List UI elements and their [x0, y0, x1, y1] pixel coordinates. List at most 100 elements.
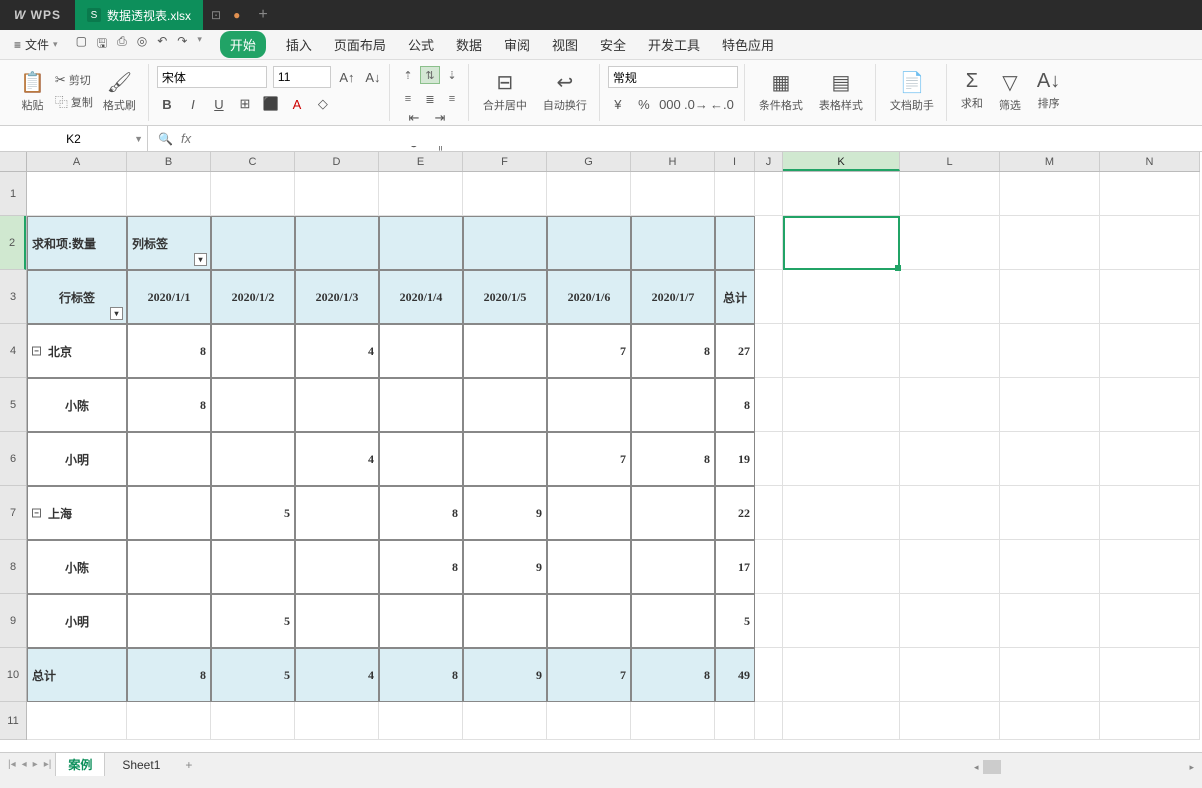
cell[interactable]: 列标签▾: [127, 216, 211, 270]
cell[interactable]: [127, 594, 211, 648]
cell[interactable]: 2020/1/4: [379, 270, 463, 324]
cell[interactable]: 小陈: [27, 540, 127, 594]
sheet-first-icon[interactable]: |◂: [8, 759, 16, 770]
cell[interactable]: [1000, 648, 1100, 702]
align-top[interactable]: ⇡: [398, 66, 418, 84]
cell[interactable]: 2020/1/2: [211, 270, 295, 324]
tab-formula[interactable]: 公式: [406, 31, 436, 58]
col-header-K[interactable]: K: [783, 152, 900, 171]
cell[interactable]: [755, 432, 783, 486]
cell[interactable]: [631, 702, 715, 740]
collapse-button[interactable]: −: [32, 347, 41, 356]
col-header-N[interactable]: N: [1100, 152, 1200, 171]
tab-review[interactable]: 审阅: [502, 31, 532, 58]
row-header-9[interactable]: 9: [0, 594, 26, 648]
cell[interactable]: 17: [715, 540, 755, 594]
cell[interactable]: 8: [379, 540, 463, 594]
cell[interactable]: 4: [295, 648, 379, 702]
cell[interactable]: [379, 324, 463, 378]
indent-inc[interactable]: ⇥: [430, 108, 450, 128]
cell[interactable]: 9: [463, 648, 547, 702]
cond-format-button[interactable]: ▦条件格式: [753, 66, 809, 117]
cell[interactable]: [463, 432, 547, 486]
copy-button[interactable]: ⿻复制: [55, 92, 93, 111]
cell[interactable]: 7: [547, 432, 631, 486]
col-header-E[interactable]: E: [379, 152, 463, 171]
cell[interactable]: 5: [211, 648, 295, 702]
cell[interactable]: −北京: [27, 324, 127, 378]
horizontal-scrollbar[interactable]: ◂▸: [974, 758, 1194, 776]
cell[interactable]: [755, 648, 783, 702]
fx-icon[interactable]: fx: [181, 131, 191, 146]
tab-close-icon[interactable]: ●: [233, 8, 240, 22]
cell[interactable]: [631, 540, 715, 594]
cell[interactable]: [755, 702, 783, 740]
preview-icon[interactable]: ◎: [137, 34, 147, 55]
cell[interactable]: 27: [715, 324, 755, 378]
cell[interactable]: 7: [547, 648, 631, 702]
cell[interactable]: [900, 432, 1000, 486]
zoom-icon[interactable]: 🔍: [158, 132, 173, 146]
cell[interactable]: [127, 172, 211, 216]
cell[interactable]: [900, 486, 1000, 540]
sheet-next-icon[interactable]: ▸: [33, 759, 38, 770]
cell[interactable]: [463, 594, 547, 648]
tab-security[interactable]: 安全: [598, 31, 628, 58]
dec-decimal[interactable]: ←.0: [712, 94, 732, 114]
cell[interactable]: [211, 540, 295, 594]
cell[interactable]: [463, 324, 547, 378]
cell[interactable]: [379, 702, 463, 740]
cell[interactable]: 9: [463, 540, 547, 594]
cell[interactable]: [631, 216, 715, 270]
merge-button[interactable]: ⊟合并居中: [477, 66, 533, 117]
paste-button[interactable]: 📋粘贴: [14, 66, 51, 117]
cell[interactable]: 2020/1/3: [295, 270, 379, 324]
select-all-corner[interactable]: [0, 152, 27, 172]
cell[interactable]: 8: [715, 378, 755, 432]
cell[interactable]: [631, 486, 715, 540]
format-painter-button[interactable]: 🖌格式刷: [97, 66, 142, 117]
cell[interactable]: [547, 540, 631, 594]
row-filter-button[interactable]: ▾: [110, 307, 123, 320]
cell[interactable]: [1000, 216, 1100, 270]
cell[interactable]: [1000, 594, 1100, 648]
sum-button[interactable]: Σ求和: [955, 66, 989, 117]
cell[interactable]: 8: [631, 324, 715, 378]
align-center[interactable]: ≣: [420, 90, 440, 108]
cell[interactable]: [295, 172, 379, 216]
decrease-font-icon[interactable]: A↓: [363, 67, 383, 87]
cell[interactable]: 8: [127, 648, 211, 702]
cell[interactable]: [463, 702, 547, 740]
cell[interactable]: [211, 172, 295, 216]
cell[interactable]: [783, 702, 900, 740]
cell[interactable]: [1100, 432, 1200, 486]
col-filter-button[interactable]: ▾: [194, 253, 207, 266]
cell[interactable]: [463, 378, 547, 432]
cell[interactable]: [547, 594, 631, 648]
cell[interactable]: [755, 216, 783, 270]
font-color-button[interactable]: A: [287, 94, 307, 114]
cell[interactable]: [1000, 172, 1100, 216]
sheet-last-icon[interactable]: ▸|: [44, 759, 52, 770]
cell[interactable]: [295, 594, 379, 648]
cell[interactable]: 9: [463, 486, 547, 540]
cell[interactable]: [295, 378, 379, 432]
open-icon[interactable]: ▢: [76, 34, 87, 55]
cell[interactable]: 8: [127, 324, 211, 378]
cell[interactable]: [1000, 378, 1100, 432]
col-header-J[interactable]: J: [755, 152, 783, 171]
sort-button[interactable]: A↓排序: [1031, 66, 1066, 117]
cell[interactable]: [755, 270, 783, 324]
cell[interactable]: [379, 594, 463, 648]
sheet-prev-icon[interactable]: ◂: [22, 759, 27, 770]
cell[interactable]: [547, 378, 631, 432]
cell[interactable]: [1000, 270, 1100, 324]
col-header-C[interactable]: C: [211, 152, 295, 171]
cell[interactable]: [783, 432, 900, 486]
new-tab-button[interactable]: +: [258, 6, 267, 24]
cell[interactable]: [631, 594, 715, 648]
cell[interactable]: [295, 540, 379, 594]
cell[interactable]: [900, 172, 1000, 216]
cell[interactable]: [295, 486, 379, 540]
col-header-L[interactable]: L: [900, 152, 1000, 171]
